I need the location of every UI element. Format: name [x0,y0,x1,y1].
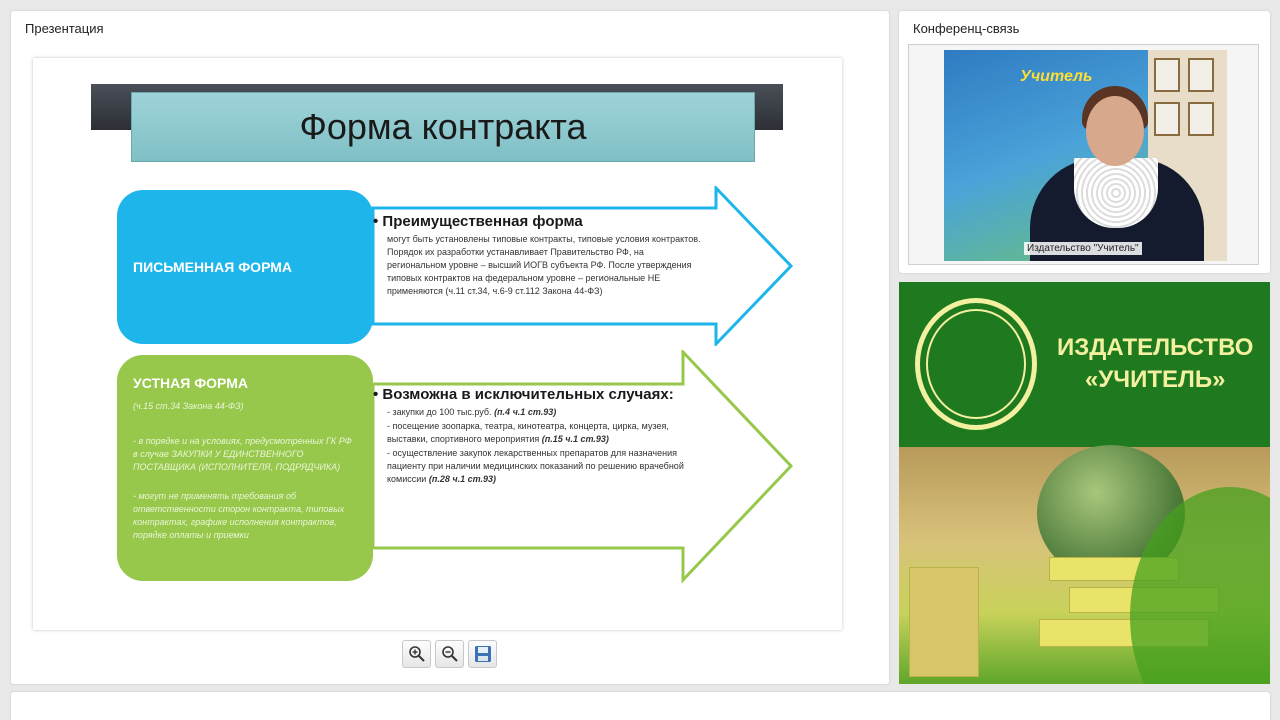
ad-header: ИЗДАТЕЛЬСТВО «УЧИТЕЛЬ» [899,282,1270,447]
book-image [909,567,979,677]
written-form-label: ПИСЬМЕННАЯ ФОРМА [133,259,292,275]
written-form-heading: Преимущественная форма [373,212,703,231]
video-stream[interactable]: Учитель Издательство "Учитель" [944,50,1227,261]
oral-form-note-1: - в порядке и на условиях, предусмотренн… [133,436,352,472]
wall-frame [1188,102,1214,136]
wall-frame [1154,102,1180,136]
oral-form-note-2: - могут не применять требования об ответ… [133,491,345,540]
oral-form-heading: Возможна в исключительных случаях: [373,385,703,404]
video-caption: Издательство "Учитель" [1024,242,1142,255]
zoom-out-button[interactable] [435,640,464,668]
conference-panel: Конференц-связь Учитель Издательство "Уч… [899,11,1270,273]
written-form-box: ПИСЬМЕННАЯ ФОРМА [117,190,373,344]
oral-form-item-3: - осуществление закупок лекарственных пр… [387,448,684,484]
zoom-out-icon [441,646,458,662]
oral-form-item-2: - посещение зоопарка, театра, кинотеатра… [387,421,669,444]
wall-frame [1154,58,1180,92]
video-banner-text: Учитель [1020,68,1093,85]
ad-image-books-globe [899,445,1270,684]
wall-frame [1188,58,1214,92]
video-frame: Учитель Издательство "Учитель" [908,44,1259,265]
oral-form-box: УСТНАЯ ФОРМА (ч.15 ст.34 Закона 44-ФЗ) -… [117,355,373,581]
written-form-body: могут быть установлены типовые контракты… [387,234,701,296]
slide-title-box: Форма контракта [131,92,755,162]
zoom-in-icon [408,646,425,662]
presentation-panel: Презентация Форма контракта ПИСЬМЕННАЯ Ф… [11,11,889,684]
zoom-in-button[interactable] [402,640,431,668]
publisher-logo-icon [915,298,1037,430]
slide: Форма контракта ПИСЬМЕННАЯ ФОРМА Преимущ… [33,58,842,630]
presentation-panel-title: Презентация [25,21,104,36]
oral-form-ref: (ч.15 ст.34 Закона 44-ФЗ) [133,401,244,411]
save-button[interactable] [468,640,497,668]
conference-panel-title: Конференц-связь [913,21,1020,36]
publisher-ad-banner[interactable]: ИЗДАТЕЛЬСТВО «УЧИТЕЛЬ» [899,282,1270,684]
speaker-face [1086,96,1144,166]
oral-form-item-1: - закупки до 100 тыс.руб. (п.4 ч.1 ст.93… [387,407,557,417]
ad-title-line2: «УЧИТЕЛЬ» [1085,366,1226,393]
ad-title-line1: ИЗДАТЕЛЬСТВО [1057,334,1254,361]
slide-title: Форма контракта [299,106,587,147]
oral-form-list: - закупки до 100 тыс.руб. (п.4 ч.1 ст.93… [387,406,703,486]
slide-toolbar [402,640,497,668]
written-form-content: Преимущественная форма могут быть устано… [373,212,703,298]
oral-form-content: Возможна в исключительных случаях: - зак… [373,385,703,487]
floppy-disk-icon [474,646,491,662]
bottom-panel [11,692,1270,720]
oral-form-label: УСТНАЯ ФОРМА [133,375,248,391]
